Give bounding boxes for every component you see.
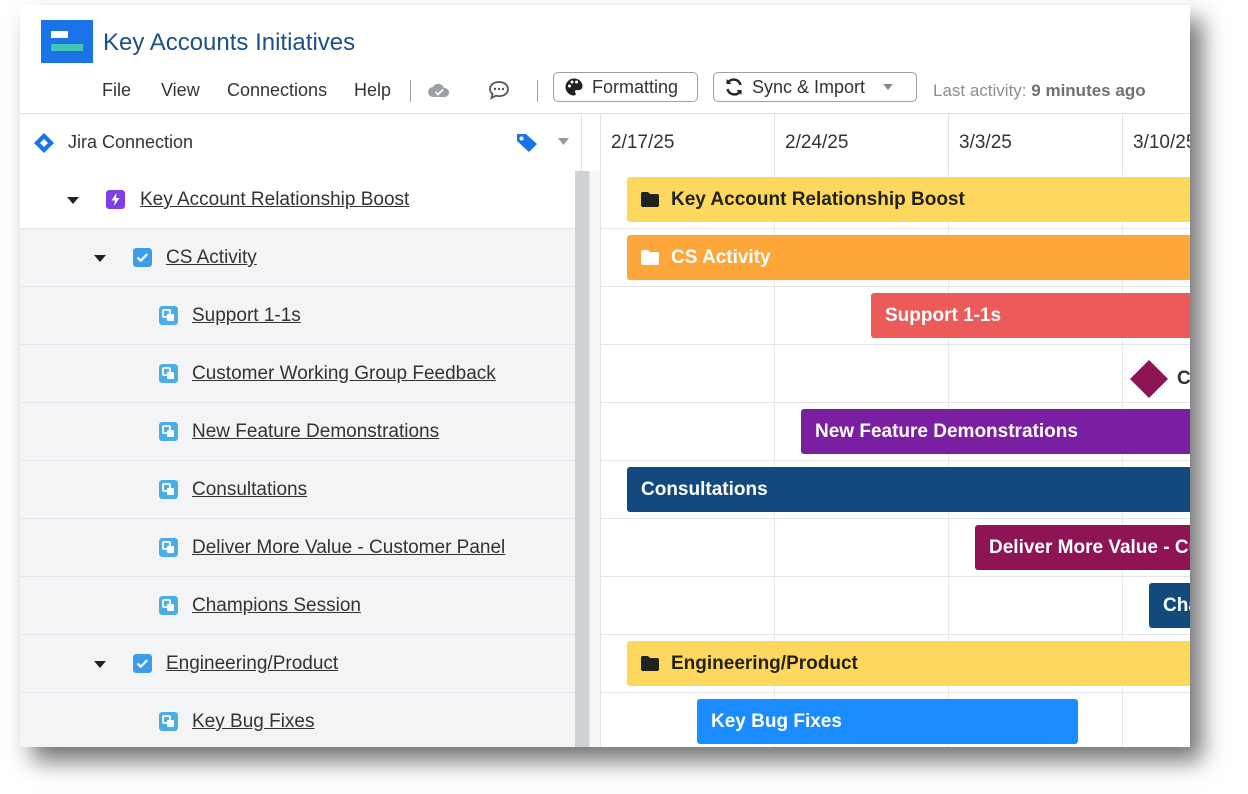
row-label[interactable]: Champions Session: [192, 595, 361, 617]
formatting-button-label: Formatting: [592, 76, 679, 97]
menu-divider: [410, 80, 411, 102]
app-window: Key Accounts Initiatives File View Conne…: [20, 5, 1190, 747]
gantt-bar-deliver-more-value[interactable]: Deliver More Value - Customer Panel: [975, 525, 1190, 570]
menu-bar: File View Connections Help Formatting Sy…: [20, 71, 1190, 107]
page-title[interactable]: Key Accounts Initiatives: [103, 29, 355, 57]
gantt-bar-champions-session[interactable]: Champions Session: [1149, 583, 1190, 628]
app-logo[interactable]: [41, 20, 93, 63]
subtask-icon: [159, 596, 178, 615]
caret-down-icon[interactable]: [93, 251, 107, 265]
gantt-timeline: Key Account Relationship Boost CS Activi…: [601, 171, 1190, 747]
connection-header: Jira Connection: [20, 114, 582, 172]
folder-icon: [641, 656, 659, 671]
timeline-row: [601, 345, 1190, 403]
row-label[interactable]: CS Activity: [166, 247, 257, 269]
subtask-icon: [159, 712, 178, 731]
date-column-1: 2/17/25: [600, 114, 774, 172]
list-item[interactable]: New Feature Demonstrations: [20, 403, 575, 461]
row-label[interactable]: Engineering/Product: [166, 653, 338, 675]
list-item[interactable]: Support 1-1s: [20, 287, 575, 345]
menu-view[interactable]: View: [161, 80, 200, 101]
pane-splitter[interactable]: [589, 171, 601, 747]
last-activity-value: 9 minutes ago: [1031, 81, 1146, 100]
caret-down-icon[interactable]: [66, 193, 80, 207]
subtask-icon: [159, 538, 178, 557]
folder-icon: [641, 192, 659, 207]
gantt-bar-consultations[interactable]: Consultations: [627, 467, 1190, 512]
subtask-icon: [159, 422, 178, 441]
date-column-4: 3/10/25: [1122, 114, 1190, 172]
tag-icon[interactable]: [516, 133, 538, 153]
menu-help[interactable]: Help: [354, 80, 391, 101]
list-item[interactable]: Key Account Relationship Boost: [20, 171, 575, 229]
list-item[interactable]: CS Activity: [20, 229, 575, 287]
issue-list: Key Account Relationship Boost CS Activi…: [20, 171, 575, 747]
row-label[interactable]: Key Account Relationship Boost: [140, 189, 409, 211]
date-column-2: 2/24/25: [774, 114, 948, 172]
gantt-bar-key-account-relationship-boost[interactable]: Key Account Relationship Boost: [627, 177, 1190, 222]
caret-down-icon[interactable]: [93, 657, 107, 671]
jira-icon: [34, 133, 54, 153]
list-item[interactable]: Deliver More Value - Customer Panel: [20, 519, 575, 577]
jira-connection-label[interactable]: Jira Connection: [68, 132, 193, 153]
menu-connections[interactable]: Connections: [227, 80, 327, 101]
grid-header: Jira Connection 2/17/25 2/24/25 3/3/25 3…: [20, 113, 1190, 173]
sync-icon: [726, 78, 742, 96]
scrollbar-thumb[interactable]: [575, 171, 589, 747]
folder-icon: [641, 250, 659, 265]
milestone-diamond[interactable]: [1129, 359, 1169, 404]
gantt-bar-engineering-product[interactable]: Engineering/Product: [627, 641, 1190, 686]
milestone-label: Customer Working Group Feedback: [1177, 368, 1190, 389]
chevron-down-icon: [883, 84, 894, 90]
list-item[interactable]: Engineering/Product: [20, 635, 575, 693]
cloud-icon[interactable]: [426, 79, 452, 101]
last-activity: Last activity: 9 minutes ago: [933, 81, 1146, 100]
timeline-row: [601, 577, 1190, 635]
comment-icon[interactable]: [486, 79, 512, 101]
list-item[interactable]: Consultations: [20, 461, 575, 519]
task-checkbox-icon: [133, 248, 152, 267]
list-item[interactable]: Key Bug Fixes: [20, 693, 575, 747]
subtask-icon: [159, 306, 178, 325]
epic-icon: [106, 190, 125, 209]
palette-icon: [565, 78, 583, 96]
date-column-3: 3/3/25: [948, 114, 1122, 172]
row-label[interactable]: Deliver More Value - Customer Panel: [192, 537, 505, 559]
gantt-bar-support-1-1s[interactable]: Support 1-1s: [871, 293, 1190, 338]
subtask-icon: [159, 480, 178, 499]
row-label[interactable]: Key Bug Fixes: [192, 711, 315, 733]
row-label[interactable]: Consultations: [192, 479, 307, 501]
list-item[interactable]: Champions Session: [20, 577, 575, 635]
row-label[interactable]: Customer Working Group Feedback: [192, 363, 496, 385]
row-label[interactable]: New Feature Demonstrations: [192, 421, 439, 443]
row-label[interactable]: Support 1-1s: [192, 305, 301, 327]
list-item[interactable]: Customer Working Group Feedback: [20, 345, 575, 403]
gantt-bar-new-feature-demonstrations[interactable]: New Feature Demonstrations: [801, 409, 1190, 454]
formatting-button[interactable]: Formatting: [553, 72, 698, 102]
gantt-bar-key-bug-fixes[interactable]: Key Bug Fixes: [697, 699, 1078, 744]
menu-file[interactable]: File: [102, 80, 131, 101]
sync-import-label: Sync & Import: [752, 76, 866, 97]
subtask-icon: [159, 364, 178, 383]
sync-import-button[interactable]: Sync & Import: [713, 72, 917, 102]
gantt-bar-cs-activity[interactable]: CS Activity: [627, 235, 1190, 280]
toolbar-divider: [537, 80, 538, 102]
chevron-down-icon[interactable]: [558, 138, 569, 145]
task-checkbox-icon: [133, 654, 152, 673]
